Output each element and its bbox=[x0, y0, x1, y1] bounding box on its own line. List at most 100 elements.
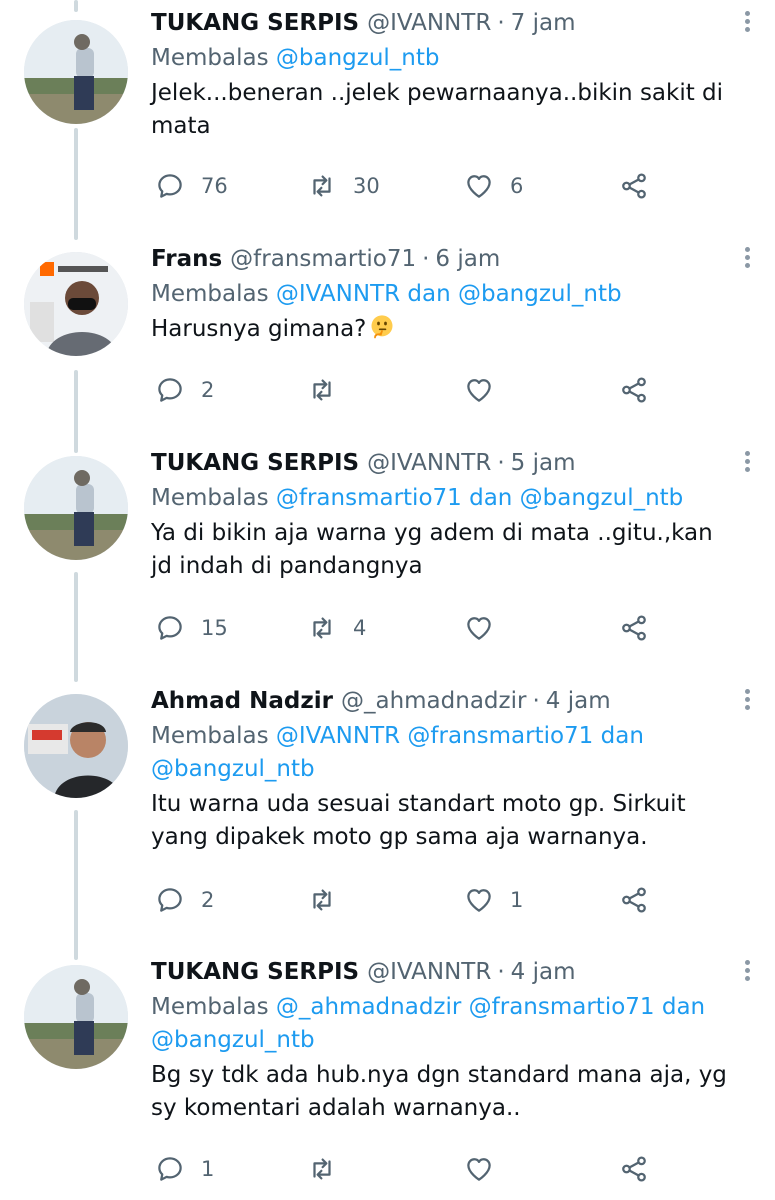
share-icon bbox=[622, 1156, 646, 1182]
share-icon bbox=[622, 615, 646, 641]
share-button[interactable] bbox=[619, 1149, 649, 1189]
reply-count: 2 bbox=[201, 378, 215, 402]
share-icon bbox=[622, 173, 646, 199]
thread-line bbox=[74, 572, 78, 682]
heart-icon bbox=[467, 889, 491, 912]
heart-icon bbox=[467, 1158, 491, 1181]
more-vertical-icon[interactable] bbox=[737, 448, 757, 478]
reply-button[interactable]: 76 bbox=[155, 166, 228, 206]
tweet-text: Jelek...beneran ..jelek pewarnaanya..bik… bbox=[151, 80, 724, 139]
share-button[interactable] bbox=[619, 370, 649, 410]
avatar[interactable] bbox=[24, 694, 128, 798]
author-name[interactable]: Ahmad Nadzir bbox=[151, 688, 333, 714]
reply-count: 1 bbox=[201, 1157, 215, 1181]
reply-button[interactable]: 1 bbox=[155, 1149, 214, 1189]
tweet-actions: 76 30 6 bbox=[151, 166, 671, 206]
like-button[interactable] bbox=[464, 608, 510, 648]
like-button[interactable] bbox=[464, 370, 510, 410]
tweet-actions: 1 bbox=[151, 1149, 671, 1189]
avatar[interactable] bbox=[24, 456, 128, 560]
separator-dot: · bbox=[497, 959, 505, 985]
tweet-text: Ya di bikin aja warna yg adem di mata ..… bbox=[151, 520, 713, 579]
retweet-button[interactable]: 30 bbox=[307, 166, 380, 206]
reply-count: 15 bbox=[201, 616, 228, 640]
speech-bubble-icon bbox=[158, 888, 182, 912]
author-handle[interactable]: @IVANNTR bbox=[367, 10, 491, 36]
tweet-text-container: Harusnya gimana? bbox=[151, 313, 727, 346]
share-button[interactable] bbox=[619, 608, 649, 648]
thread-line bbox=[74, 810, 78, 960]
reply-button[interactable]: 15 bbox=[155, 608, 228, 648]
share-button[interactable] bbox=[619, 166, 649, 206]
heart-icon bbox=[467, 379, 491, 402]
share-button[interactable] bbox=[619, 880, 649, 920]
timestamp[interactable]: 6 jam bbox=[435, 246, 500, 272]
author-handle[interactable]: @fransmartio71 bbox=[230, 246, 416, 272]
reply-prefix: Membalas bbox=[151, 45, 269, 71]
reply-context: Membalas @_ahmadnadzir @fransmartio71 da… bbox=[151, 991, 727, 1057]
heart-icon bbox=[467, 175, 491, 198]
like-count: 1 bbox=[510, 888, 524, 912]
retweet-icon bbox=[313, 889, 331, 911]
timestamp[interactable]: 4 jam bbox=[511, 959, 576, 985]
reply-context: Membalas @bangzul_ntb bbox=[151, 42, 727, 75]
reply-button[interactable]: 2 bbox=[155, 370, 214, 410]
more-vertical-icon[interactable] bbox=[737, 244, 757, 274]
avatar[interactable] bbox=[24, 965, 128, 1069]
author-handle[interactable]: @IVANNTR bbox=[367, 959, 491, 985]
thread-line bbox=[74, 128, 78, 240]
thread-line bbox=[74, 0, 78, 12]
author-handle[interactable]: @_ahmadnadzir bbox=[341, 688, 526, 714]
tweet-actions: 2 1 bbox=[151, 880, 671, 920]
more-vertical-icon[interactable] bbox=[737, 686, 757, 716]
more-vertical-icon[interactable] bbox=[737, 957, 757, 987]
like-count: 6 bbox=[510, 174, 524, 198]
separator-dot: · bbox=[497, 10, 505, 36]
like-button[interactable] bbox=[464, 1149, 510, 1189]
tweet-actions: 15 4 bbox=[151, 608, 671, 648]
retweet-icon bbox=[313, 175, 331, 197]
reply-count: 76 bbox=[201, 174, 228, 198]
heart-icon bbox=[467, 617, 491, 640]
timestamp[interactable]: 4 jam bbox=[546, 688, 611, 714]
author-name[interactable]: TUKANG SERPIS bbox=[151, 450, 359, 476]
author-handle[interactable]: @IVANNTR bbox=[367, 450, 491, 476]
like-button[interactable]: 1 bbox=[464, 880, 523, 920]
reply-mentions[interactable]: @IVANNTR dan @bangzul_ntb bbox=[276, 281, 622, 307]
tweet-text: Bg sy tdk ada hub.nya dgn standard mana … bbox=[151, 1062, 727, 1121]
timestamp[interactable]: 5 jam bbox=[511, 450, 576, 476]
separator-dot: · bbox=[532, 688, 540, 714]
tweet-text: Harusnya gimana? bbox=[151, 316, 367, 342]
author-name[interactable]: Frans bbox=[151, 246, 222, 272]
thinking-face-icon bbox=[371, 315, 393, 339]
author-name[interactable]: TUKANG SERPIS bbox=[151, 10, 359, 36]
retweet-button[interactable] bbox=[307, 880, 353, 920]
speech-bubble-icon bbox=[158, 1157, 182, 1181]
speech-bubble-icon bbox=[158, 378, 182, 402]
tweet-text: Itu warna uda sesuai standart moto gp. S… bbox=[151, 791, 708, 850]
reply-prefix: Membalas bbox=[151, 281, 269, 307]
retweet-count: 30 bbox=[353, 174, 380, 198]
retweet-button[interactable] bbox=[307, 1149, 353, 1189]
avatar[interactable] bbox=[24, 20, 128, 124]
separator-dot: · bbox=[497, 450, 505, 476]
reply-context: Membalas @fransmartio71 dan @bangzul_ntb bbox=[151, 482, 727, 515]
more-vertical-icon[interactable] bbox=[737, 8, 757, 38]
timestamp[interactable]: 7 jam bbox=[511, 10, 576, 36]
retweet-button[interactable]: 4 bbox=[307, 608, 366, 648]
avatar[interactable] bbox=[24, 252, 128, 356]
reply-prefix: Membalas bbox=[151, 994, 269, 1020]
reply-context: Membalas @IVANNTR @fransmartio71 dan @ba… bbox=[151, 720, 727, 786]
reply-mentions[interactable]: @fransmartio71 dan @bangzul_ntb bbox=[276, 485, 683, 511]
reply-mentions[interactable]: @bangzul_ntb bbox=[276, 45, 440, 71]
retweet-button[interactable] bbox=[307, 370, 353, 410]
author-name[interactable]: TUKANG SERPIS bbox=[151, 959, 359, 985]
tweet-actions: 2 bbox=[151, 370, 671, 410]
thread-line bbox=[74, 370, 78, 453]
share-icon bbox=[622, 377, 646, 403]
like-button[interactable]: 6 bbox=[464, 166, 523, 206]
reply-button[interactable]: 2 bbox=[155, 880, 214, 920]
retweet-count: 4 bbox=[353, 616, 367, 640]
reply-prefix: Membalas bbox=[151, 485, 269, 511]
reply-prefix: Membalas bbox=[151, 723, 269, 749]
